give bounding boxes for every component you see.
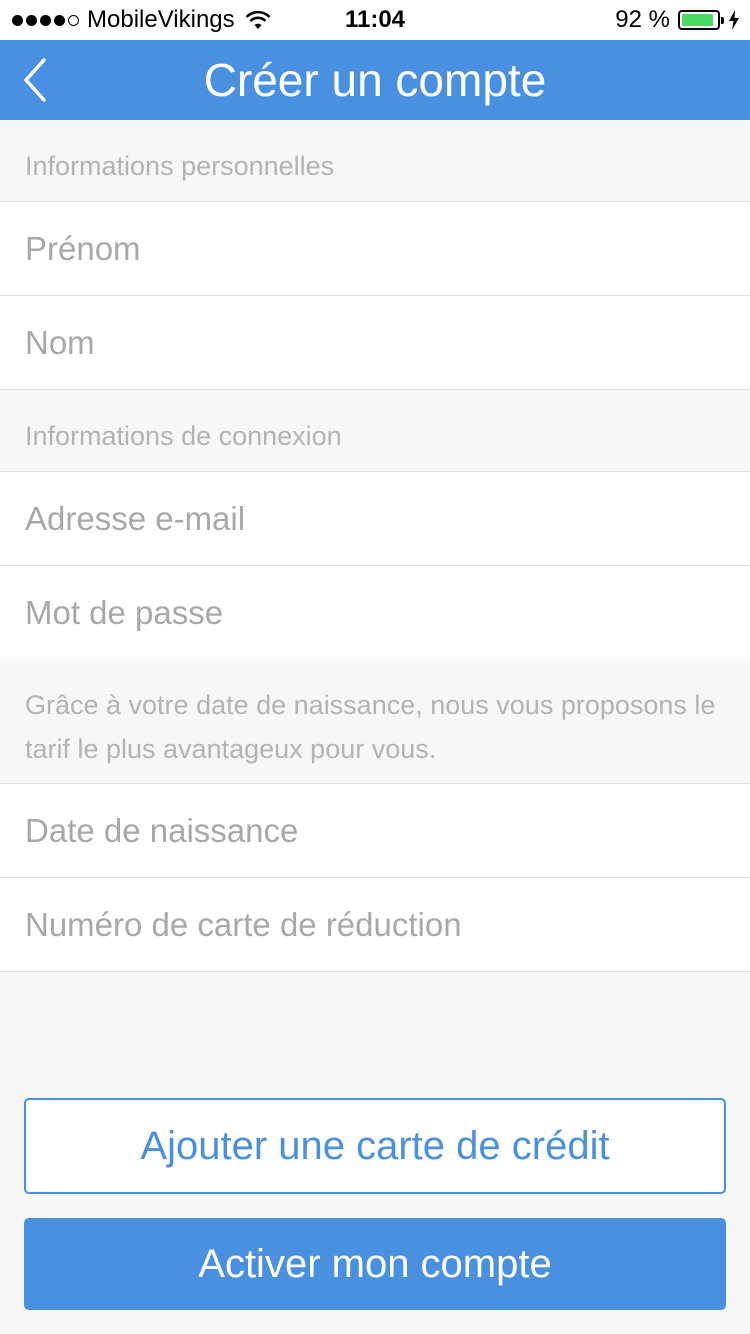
status-bar: MobileVikings 11:04 92 % xyxy=(0,0,750,40)
page-title: Créer un compte xyxy=(203,54,547,106)
battery-icon xyxy=(678,10,724,30)
activate-account-button[interactable]: Activer mon compte xyxy=(24,1218,726,1310)
section-header-personal-info: Informations personnelles xyxy=(0,120,750,202)
birth-date-row xyxy=(0,784,750,878)
password-row xyxy=(0,566,750,660)
last-name-row xyxy=(0,296,750,390)
nav-bar: Créer un compte xyxy=(0,40,750,120)
birth-date-field[interactable] xyxy=(0,784,750,877)
add-credit-card-button[interactable]: Ajouter une carte de crédit xyxy=(24,1098,726,1194)
birth-date-note: Grâce à votre date de naissance, nous vo… xyxy=(0,658,750,784)
last-name-field[interactable] xyxy=(0,296,750,389)
status-right: 92 % xyxy=(615,6,740,34)
password-field[interactable] xyxy=(0,566,750,659)
first-name-row xyxy=(0,202,750,296)
battery-percent: 92 % xyxy=(615,6,670,33)
battery-level-fill xyxy=(682,14,714,26)
discount-card-row xyxy=(0,878,750,972)
section-header-login-info: Informations de connexion xyxy=(0,390,750,472)
discount-card-field[interactable] xyxy=(0,878,750,971)
email-row xyxy=(0,472,750,566)
charging-bolt-icon xyxy=(729,10,739,30)
first-name-field[interactable] xyxy=(0,202,750,295)
email-field[interactable] xyxy=(0,472,750,565)
